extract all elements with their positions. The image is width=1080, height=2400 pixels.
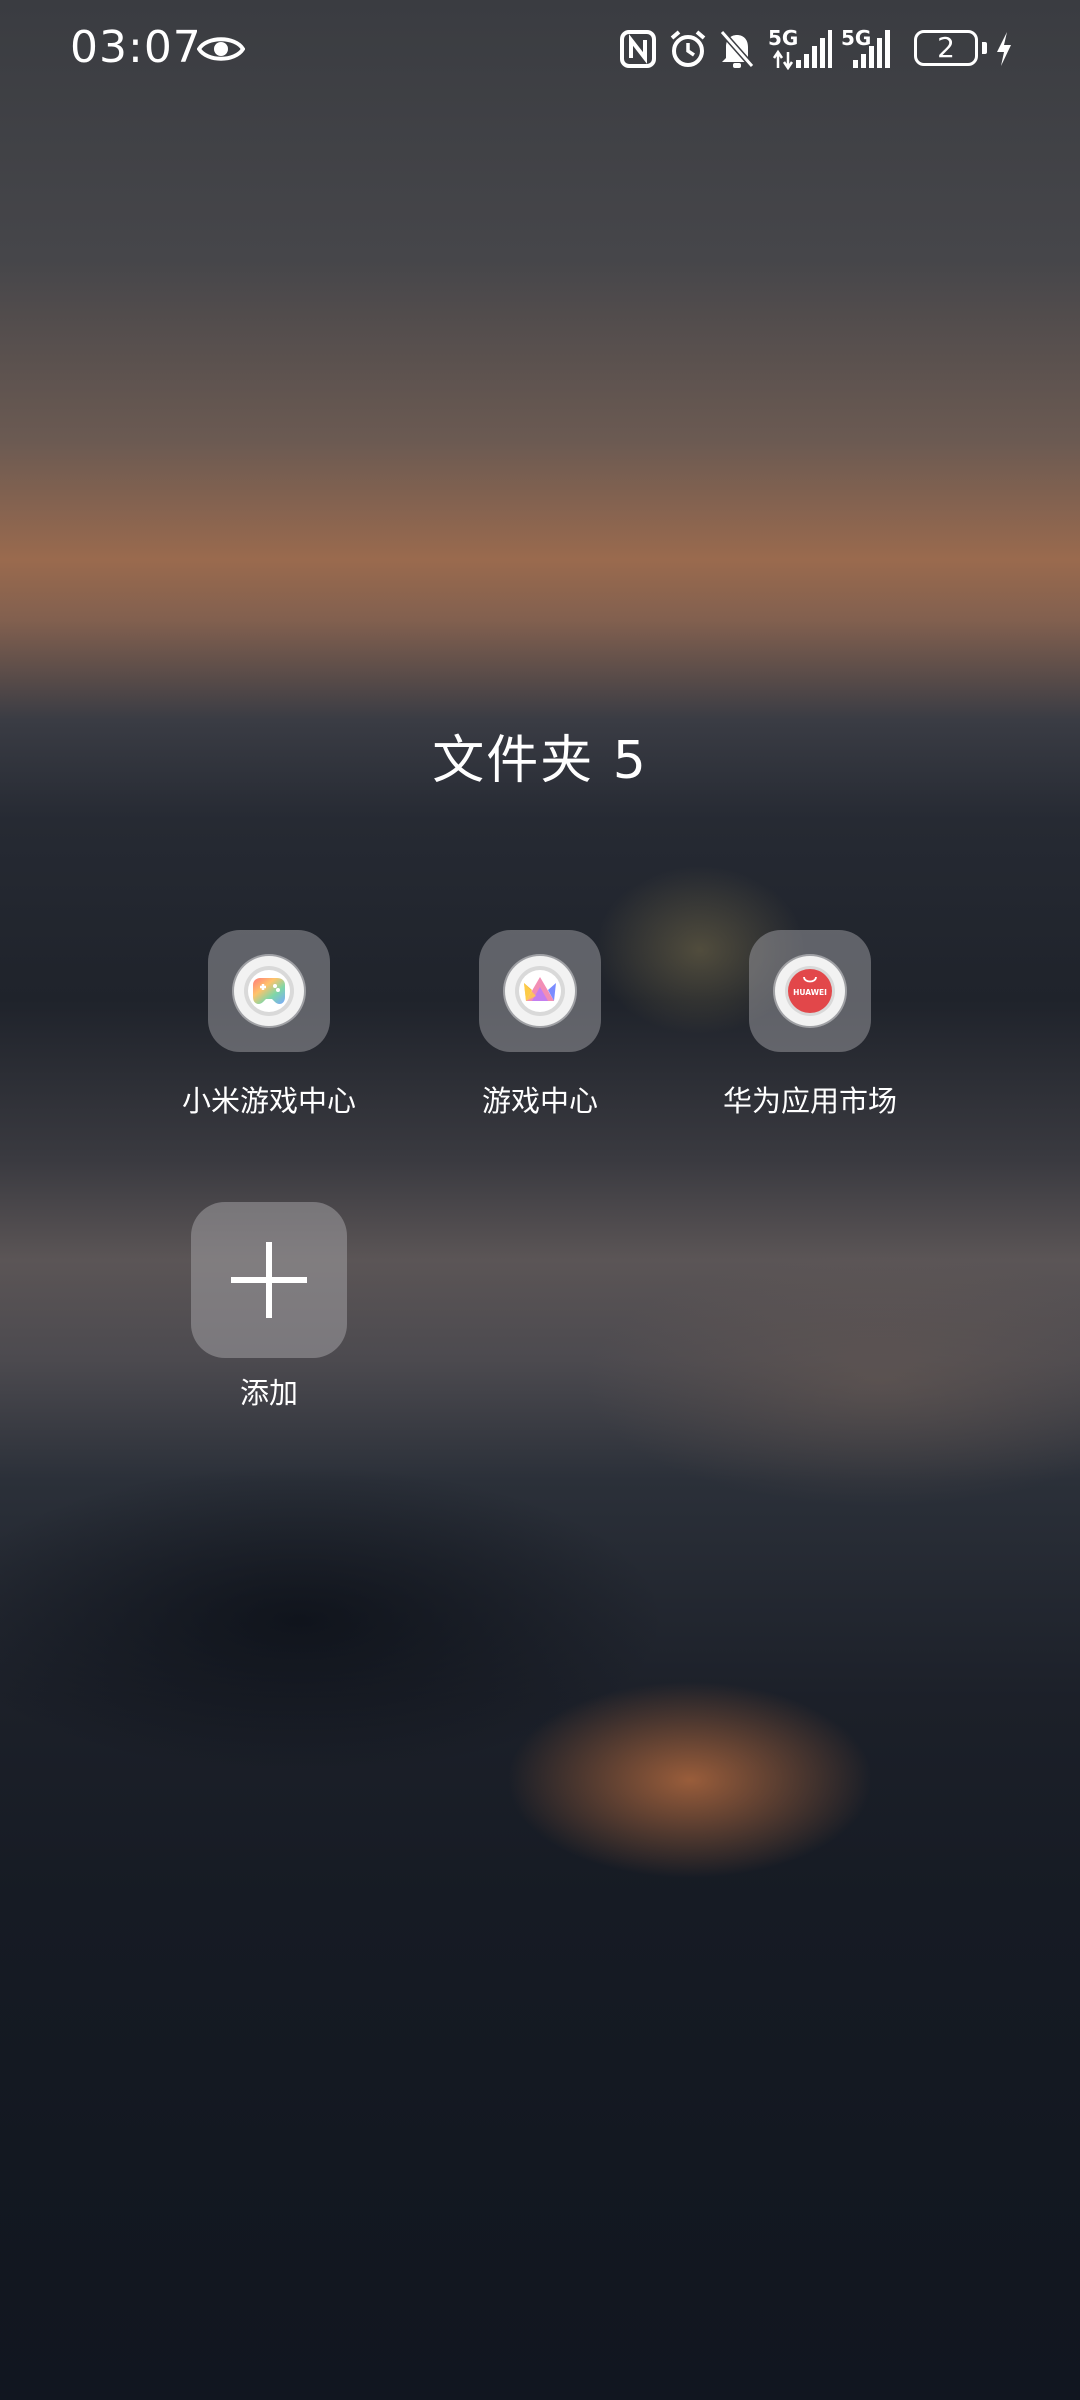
app-label: 小米游戏中心 xyxy=(181,1084,356,1118)
battery-tip xyxy=(982,42,987,54)
huawei-logo-text: HUAWEI xyxy=(793,988,827,997)
app-tile[interactable] xyxy=(479,930,601,1052)
eye-icon xyxy=(197,37,245,61)
plus-icon xyxy=(231,1242,307,1318)
add-tile[interactable] xyxy=(191,1202,347,1358)
bell-off-icon xyxy=(719,30,755,68)
battery-level: 2 xyxy=(937,31,955,64)
charging-icon xyxy=(997,32,1011,66)
app-huawei-appgallery[interactable]: HUAWEI 华为应用市场 xyxy=(690,930,930,1120)
nfc-icon xyxy=(620,30,656,68)
alarm-icon xyxy=(670,30,706,67)
app-tile[interactable] xyxy=(208,930,330,1052)
app-label: 游戏中心 xyxy=(481,1084,598,1118)
huawei-appgallery-icon: HUAWEI xyxy=(775,956,845,1026)
signal-icon xyxy=(853,30,890,68)
app-tile[interactable]: HUAWEI xyxy=(749,930,871,1052)
add-app-button[interactable]: 添加 xyxy=(149,1202,389,1412)
status-bar: 03:07 5G 5G 2 xyxy=(0,0,1080,100)
status-time: 03:07 xyxy=(70,22,202,73)
signal-icon xyxy=(772,30,832,70)
folder-title[interactable]: 文件夹 5 xyxy=(0,718,1080,793)
game-center-icon xyxy=(505,956,575,1026)
home-screen: 03:07 5G 5G 2 文件夹 5 小米游戏中心 游戏中心 HUAWEI 华… xyxy=(0,0,1080,2400)
app-game-center[interactable]: 游戏中心 xyxy=(420,930,660,1120)
battery-icon: 2 xyxy=(914,30,978,66)
xiaomi-game-center-icon xyxy=(234,956,304,1026)
app-label: 华为应用市场 xyxy=(722,1084,897,1118)
add-label: 添加 xyxy=(239,1376,298,1410)
app-xiaomi-game-center[interactable]: 小米游戏中心 xyxy=(149,930,389,1120)
